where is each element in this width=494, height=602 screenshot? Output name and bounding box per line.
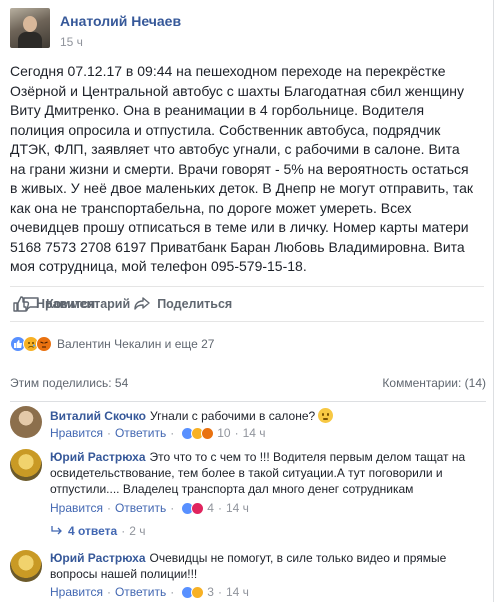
separator-dot: · [170, 501, 175, 515]
shares-count[interactable]: Этим поделились: 54 [10, 376, 128, 390]
comment-reactions-icons[interactable] [181, 426, 215, 440]
comment-text: Юрий Растрюха Это что то с чем то !!! Вод… [50, 449, 470, 497]
angry-reaction-icon [36, 336, 52, 352]
comment-button[interactable]: Комментарий [22, 295, 494, 313]
replies-count-link[interactable]: 4 ответа [68, 524, 117, 538]
post-card: Анатолий Нечаев 15 ч Сегодня 07.12.17 в … [0, 0, 494, 602]
comment-meta: Нравится · Ответить · 3 · 14 ч [50, 585, 249, 599]
post-stats: Этим поделились: 54 Комментарии: (14) [10, 372, 486, 402]
sad-reaction-icon [191, 585, 205, 599]
commenter-name[interactable]: Виталий Скочко [50, 409, 146, 423]
separator-dot: · [106, 426, 111, 440]
separator-dot: · [170, 585, 175, 599]
commenter-avatar[interactable] [10, 406, 42, 438]
comment-text: Виталий Скочко Угнали с рабочими в салоне… [50, 408, 480, 424]
reactions-summary[interactable]: Валентин Чекалин и еще 27 [10, 334, 214, 354]
comment-icon [23, 297, 39, 311]
comment-item: Юрий Растрюха Очевидцы не помогут, в силе… [10, 550, 484, 600]
author-avatar[interactable] [10, 8, 50, 48]
comment-like-link[interactable]: Нравится [50, 501, 103, 515]
reactors-text[interactable]: Валентин Чекалин и еще 27 [57, 337, 214, 351]
replies-time: 2 ч [129, 524, 146, 538]
comment-item: Виталий Скочко Угнали с рабочими в салоне… [10, 406, 484, 442]
comment-reaction-count: 3 [207, 585, 214, 599]
comment-body: Угнали с рабочими в салоне? [150, 409, 316, 423]
comment-like-link[interactable]: Нравится [50, 426, 103, 440]
post-time[interactable]: 15 ч [60, 34, 181, 50]
comment-reactions-icons[interactable] [181, 501, 205, 515]
angry-reaction-icon [191, 501, 205, 515]
separator-dot: · [217, 501, 222, 515]
post-text: Сегодня 07.12.17 в 09:44 на пешеходном п… [10, 63, 474, 274]
comment-reply-link[interactable]: Ответить [115, 426, 166, 440]
author-name[interactable]: Анатолий Нечаев [60, 12, 181, 30]
comment-time[interactable]: 14 ч [226, 501, 249, 515]
post-header: Анатолий Нечаев 15 ч [10, 8, 181, 54]
comment-reply-link[interactable]: Ответить [115, 501, 166, 515]
comment-text: Юрий Растрюха Очевидцы не помогут, в силе… [50, 550, 470, 582]
post-action-bar: Нравится Комментарий Поделиться [10, 286, 484, 322]
comments-count[interactable]: Комментарии: (14) [382, 376, 486, 390]
separator-dot: · [170, 426, 175, 440]
comment-label: Комментарий [46, 297, 131, 311]
commenter-avatar[interactable] [10, 449, 42, 481]
view-replies[interactable]: 4 ответа · 2 ч [50, 524, 145, 538]
separator-dot: · [121, 524, 126, 538]
post-header-text: Анатолий Нечаев 15 ч [60, 8, 181, 54]
comment-time[interactable]: 14 ч [226, 585, 249, 599]
comment-like-link[interactable]: Нравится [50, 585, 103, 599]
separator-dot: · [217, 585, 222, 599]
comment-reaction-count: 10 [217, 426, 231, 440]
commenter-name[interactable]: Юрий Растрюха [50, 551, 146, 565]
comment-item: Юрий Растрюха Это что то с чем то !!! Вод… [10, 449, 484, 519]
separator-dot: · [106, 501, 111, 515]
reply-arrow-icon [51, 526, 62, 535]
comment-reactions-icons[interactable] [181, 585, 205, 599]
surprised-emoji-icon [318, 408, 334, 423]
comment-reaction-count: 4 [207, 501, 214, 515]
angry-reaction-icon [201, 426, 215, 440]
separator-dot: · [106, 585, 111, 599]
comment-meta: Нравится · Ответить · 10 · 14 ч [50, 426, 266, 440]
commenter-avatar[interactable] [10, 550, 42, 582]
separator-dot: · [234, 426, 239, 440]
comment-meta: Нравится · Ответить · 4 · 14 ч [50, 501, 249, 515]
commenter-name[interactable]: Юрий Растрюха [50, 450, 146, 464]
comment-time[interactable]: 14 ч [243, 426, 266, 440]
comment-reply-link[interactable]: Ответить [115, 585, 166, 599]
